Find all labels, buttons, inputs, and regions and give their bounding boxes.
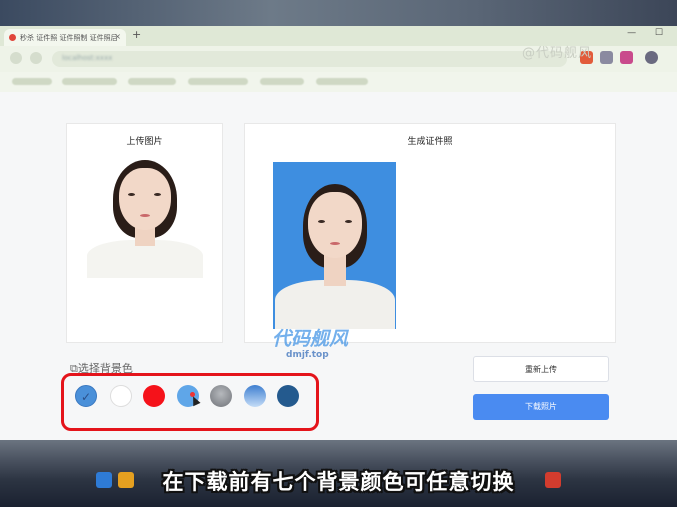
id-photo — [273, 162, 396, 329]
swatch-gray[interactable] — [210, 385, 232, 407]
desktop-background-top — [0, 0, 677, 26]
reupload-button[interactable]: 重新上传 — [473, 356, 609, 382]
result-card-title: 生成证件照 — [407, 137, 453, 147]
logo-watermark-text: 代码舰风 — [272, 328, 349, 350]
extension-icon[interactable] — [620, 51, 633, 64]
tab-title: 秒杀 证件照 证件照制 证件照后 — [20, 34, 118, 42]
bookmarks-bar — [0, 72, 677, 93]
new-tab-button[interactable]: + — [132, 28, 141, 41]
logo-watermark: 代码舰风 dmjf.top — [272, 324, 349, 360]
back-icon[interactable] — [10, 52, 22, 64]
swatch-dark-blue[interactable] — [277, 385, 299, 407]
swatch-blue[interactable]: ✓ — [75, 385, 97, 407]
favicon-icon — [9, 34, 16, 41]
bookmark-item[interactable] — [12, 78, 52, 85]
bookmark-item[interactable] — [62, 78, 117, 85]
channel-watermark: @代码舰风 — [522, 46, 593, 61]
close-tab-icon[interactable]: × — [114, 32, 121, 41]
profile-icon[interactable] — [645, 51, 658, 64]
extension-icon[interactable] — [600, 51, 613, 64]
swatch-white[interactable] — [110, 385, 132, 407]
page-content: 上传图片 生成证件照 代码舰风 dmjf.top ⧉选择背景色 ✓ 重新上传 下… — [0, 92, 677, 440]
address-bar[interactable]: localhost:xxxx — [52, 51, 567, 67]
browser-tab[interactable]: 秒杀 证件照 证件照制 证件照后 × — [4, 29, 126, 46]
bookmark-item[interactable] — [260, 78, 304, 85]
upload-card: 上传图片 — [66, 123, 223, 343]
bookmark-item[interactable] — [128, 78, 176, 85]
bookmark-item[interactable] — [188, 78, 248, 85]
uploaded-photo — [83, 160, 207, 278]
video-caption: 在下载前有七个背景颜色可任意切换 — [162, 470, 515, 494]
swatch-red[interactable] — [143, 385, 165, 407]
bookmark-item[interactable] — [316, 78, 368, 85]
download-button[interactable]: 下载照片 — [473, 394, 609, 420]
check-icon: ✓ — [80, 390, 92, 404]
upload-card-title: 上传图片 — [126, 137, 163, 147]
reload-icon[interactable] — [30, 52, 42, 64]
logo-watermark-domain: dmjf.top — [286, 350, 329, 360]
window-controls[interactable]: — ☐ — [627, 28, 671, 38]
address-text: localhost:xxxx — [62, 54, 113, 62]
swatch-gradient-blue[interactable] — [244, 385, 266, 407]
result-card: 生成证件照 — [244, 123, 616, 343]
